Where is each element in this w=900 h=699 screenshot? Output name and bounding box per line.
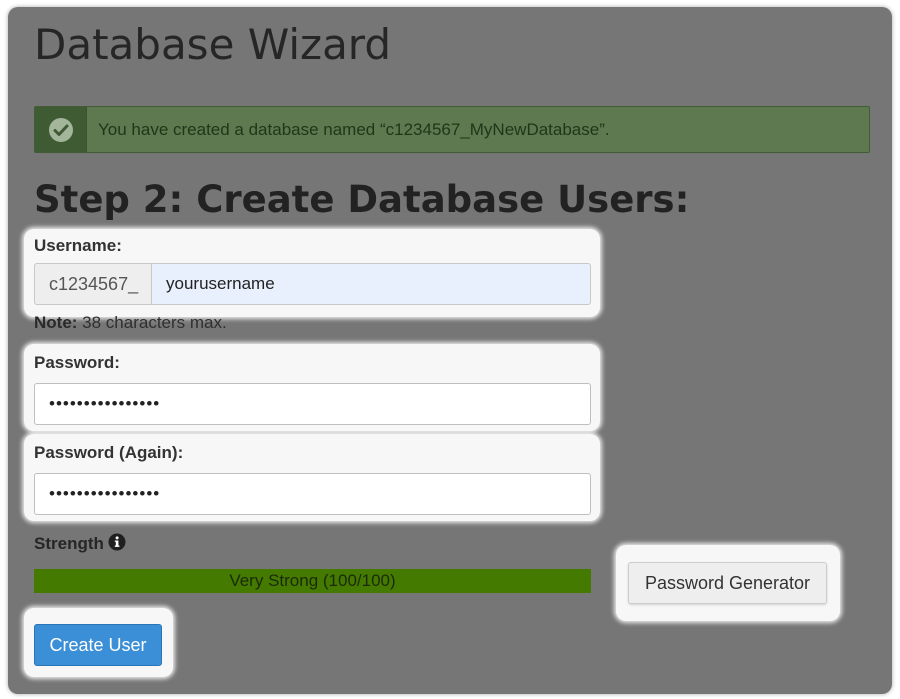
username-prefix: c1234567_	[34, 263, 151, 305]
info-icon[interactable]	[108, 533, 126, 551]
note-text: 38 characters max.	[77, 313, 227, 332]
password-generator-highlight: Password Generator	[616, 545, 840, 621]
strength-meter: Very Strong (100/100)	[34, 569, 591, 593]
wizard-panel: Database Wizard You have created a datab…	[8, 7, 892, 694]
create-user-highlight: Create User	[24, 608, 173, 677]
alert-message: You have created a database named “c1234…	[98, 120, 610, 139]
strength-label-text: Strength	[34, 534, 104, 553]
check-circle-icon	[49, 118, 73, 142]
password-again-label: Password (Again):	[34, 443, 184, 462]
username-input[interactable]	[151, 263, 591, 305]
step-heading: Step 2: Create Database Users:	[34, 178, 690, 221]
password-generator-button[interactable]: Password Generator	[628, 562, 827, 604]
password-field-group: Password:	[24, 344, 600, 431]
password-input[interactable]	[34, 383, 591, 425]
alert-icon-box	[35, 107, 87, 152]
password-again-field-group: Password (Again):	[24, 434, 600, 521]
create-user-button[interactable]: Create User	[34, 624, 162, 666]
username-note: Note: 38 characters max.	[34, 313, 227, 333]
password-again-input[interactable]	[34, 473, 591, 515]
success-alert: You have created a database named “c1234…	[34, 106, 870, 153]
username-label: Username:	[34, 236, 122, 255]
username-field-group: Username: c1234567_	[24, 229, 600, 317]
password-label: Password:	[34, 353, 120, 372]
strength-text: Very Strong (100/100)	[229, 571, 396, 590]
page-title: Database Wizard	[34, 20, 391, 69]
note-label: Note:	[34, 313, 78, 332]
strength-label: Strength	[34, 533, 126, 554]
